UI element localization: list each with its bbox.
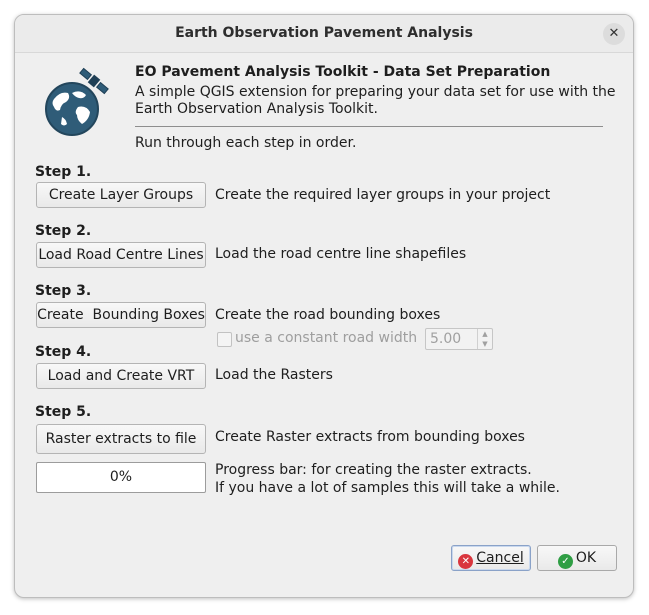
instruction-text: Run through each step in order. bbox=[135, 135, 357, 151]
toolkit-description-1: A simple QGIS extension for preparing yo… bbox=[135, 84, 616, 100]
road-width-spinbox[interactable]: 5.00 ▲ ▼ bbox=[425, 328, 493, 350]
dialog-window: Earth Observation Pavement Analysis ✕ EO… bbox=[14, 14, 634, 598]
step-3-description: Create the road bounding boxes bbox=[215, 307, 441, 323]
step-4-description: Load the Rasters bbox=[215, 367, 333, 383]
toolkit-heading: EO Pavement Analysis Toolkit - Data Set … bbox=[135, 64, 551, 80]
load-road-centre-lines-button[interactable]: Load Road Centre Lines bbox=[36, 242, 206, 268]
step-1-description: Create the required layer groups in your… bbox=[215, 187, 551, 203]
load-and-create-vrt-button[interactable]: Load and Create VRT bbox=[36, 363, 206, 389]
cancel-label: Cancel bbox=[476, 550, 524, 566]
create-bounding-boxes-button[interactable]: Create Bounding Boxes bbox=[36, 302, 206, 328]
create-bounding-boxes-label: Create Bounding Boxes bbox=[37, 307, 205, 323]
spin-down-icon[interactable]: ▼ bbox=[478, 339, 492, 349]
step-5-label: Step 5. bbox=[35, 404, 92, 420]
spin-up-icon[interactable]: ▲ bbox=[478, 329, 492, 339]
progress-note-2: If you have a lot of samples this will t… bbox=[215, 480, 560, 496]
progress-bar: 0% bbox=[36, 462, 206, 493]
step-5-description: Create Raster extracts from bounding box… bbox=[215, 429, 525, 445]
raster-extracts-to-file-button[interactable]: Raster extracts to file bbox=[36, 424, 206, 454]
title-bar[interactable]: Earth Observation Pavement Analysis ✕ bbox=[15, 15, 633, 53]
ok-icon: ✓ bbox=[557, 554, 573, 569]
step-1-label: Step 1. bbox=[35, 164, 92, 180]
ok-button[interactable]: ✓ OK bbox=[537, 545, 617, 571]
step-2-description: Load the road centre line shapefiles bbox=[215, 246, 467, 262]
close-icon[interactable]: ✕ bbox=[603, 23, 625, 45]
step-3-label: Step 3. bbox=[35, 283, 92, 299]
progress-note-1: Progress bar: for creating the raster ex… bbox=[215, 462, 532, 478]
cancel-icon: ✕ bbox=[458, 554, 474, 569]
road-width-value: 5.00 bbox=[430, 331, 462, 347]
window-title: Earth Observation Pavement Analysis bbox=[175, 25, 473, 41]
header-divider bbox=[135, 126, 603, 127]
create-layer-groups-button[interactable]: Create Layer Groups bbox=[36, 182, 206, 208]
ok-label: OK bbox=[575, 550, 597, 566]
globe-satellite-icon bbox=[45, 67, 109, 136]
spinbox-arrows[interactable]: ▲ ▼ bbox=[477, 329, 492, 349]
toolkit-description-2: Earth Observation Analysis Toolkit. bbox=[135, 101, 378, 117]
step-2-label: Step 2. bbox=[35, 223, 92, 239]
constant-road-width-label: use a constant road width bbox=[235, 330, 418, 346]
constant-road-width-checkbox[interactable] bbox=[217, 332, 232, 347]
cancel-button[interactable]: ✕ Cancel bbox=[451, 545, 531, 571]
progress-value: 0% bbox=[109, 469, 133, 485]
step-4-label: Step 4. bbox=[35, 344, 92, 360]
